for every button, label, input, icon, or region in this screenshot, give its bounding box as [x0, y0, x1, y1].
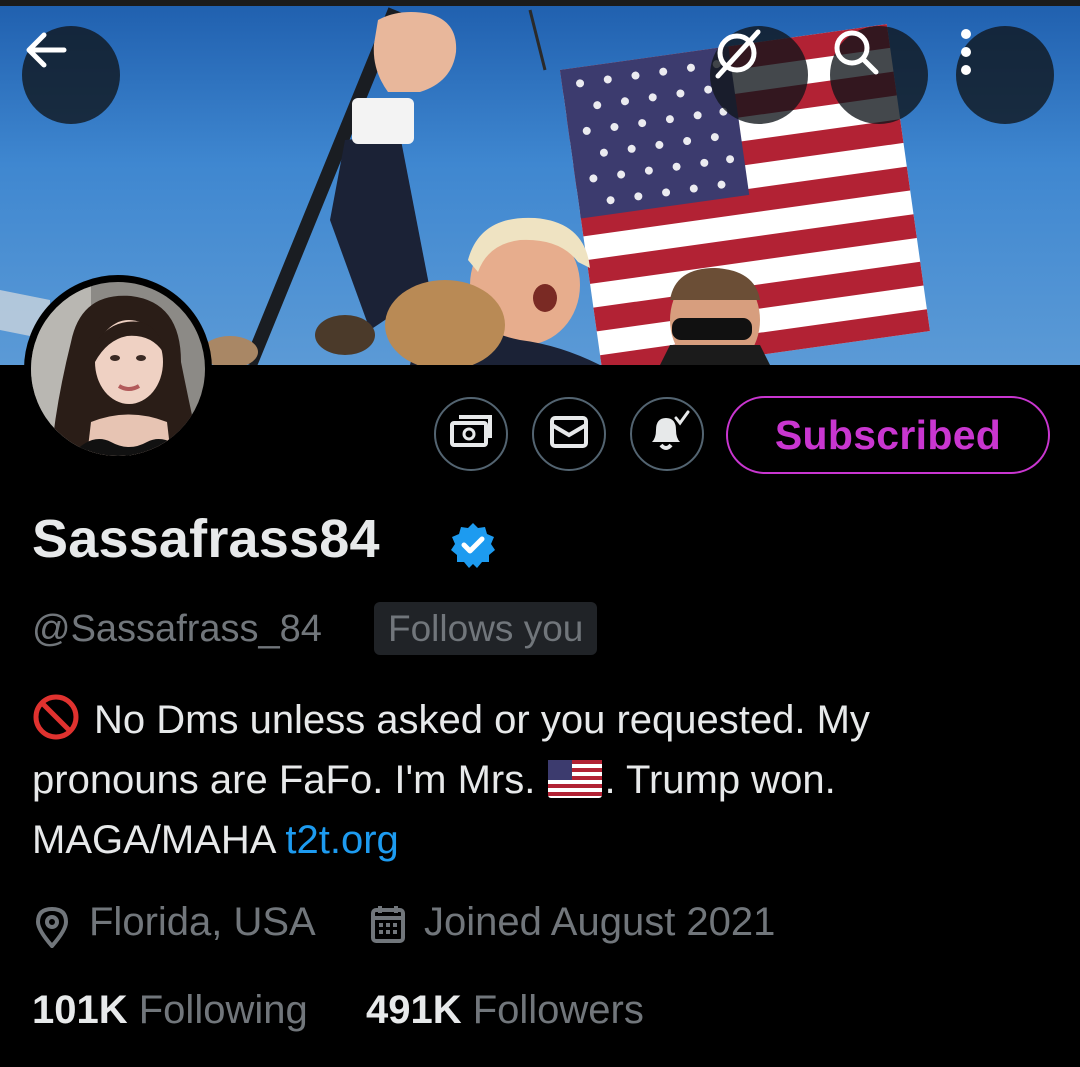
bio-line-2: pronouns are FaFo. I'm Mrs. . Trump won. [32, 750, 1042, 810]
location-text: Florida, USA [89, 900, 316, 944]
bio-link[interactable]: t2t.org [285, 818, 398, 862]
bell-check-icon [644, 410, 690, 459]
handle: @Sassafrass_84 [32, 608, 322, 650]
no-entry-icon [32, 693, 80, 741]
display-name: Sassafrass84 [32, 509, 380, 569]
following-count: 101K [32, 988, 128, 1032]
joined-text: Joined August 2021 [424, 900, 776, 944]
back-button[interactable] [22, 26, 120, 124]
followers-count: 491K [365, 988, 462, 1032]
more-button[interactable] [956, 26, 1054, 124]
profile-page: Subscribed Sassafrass84 @Sassafrass_84 F… [0, 0, 1080, 1067]
avatar[interactable] [24, 275, 212, 463]
followers-label: Followers [472, 988, 644, 1032]
bio-text-2b: . Trump won. [604, 758, 836, 802]
following-link[interactable]: 101K Following [32, 988, 308, 1032]
location-icon [34, 906, 70, 953]
grok-button[interactable] [710, 26, 808, 124]
search-button[interactable] [830, 26, 928, 124]
money-icon [449, 414, 493, 455]
calendar-icon [370, 904, 406, 949]
avatar-image [31, 282, 205, 456]
message-button[interactable] [532, 397, 606, 471]
bio-line-3: MAGA/MAHA t2t.org [32, 810, 1042, 870]
bio: No Dms unless asked or you requested. My… [32, 690, 1042, 870]
bio-text-3: MAGA/MAHA [32, 818, 275, 862]
subscribed-button[interactable]: Subscribed [726, 396, 1050, 474]
stats-row: 101K Following 491K Followers [32, 988, 644, 1033]
mail-icon [549, 415, 589, 454]
followers-link[interactable]: 491K Followers [366, 988, 644, 1032]
tip-button[interactable] [434, 397, 508, 471]
us-flag-icon [548, 755, 603, 798]
bio-text-2a: pronouns are FaFo. I'm Mrs. [32, 758, 536, 802]
bio-line-1: No Dms unless asked or you requested. My [32, 690, 1042, 750]
verified-badge-icon[interactable] [449, 521, 497, 574]
follows-you-badge: Follows you [374, 602, 598, 655]
following-label: Following [138, 988, 308, 1032]
notify-button[interactable] [630, 397, 704, 471]
bio-text-1: No Dms unless asked or you requested. My [94, 698, 870, 742]
